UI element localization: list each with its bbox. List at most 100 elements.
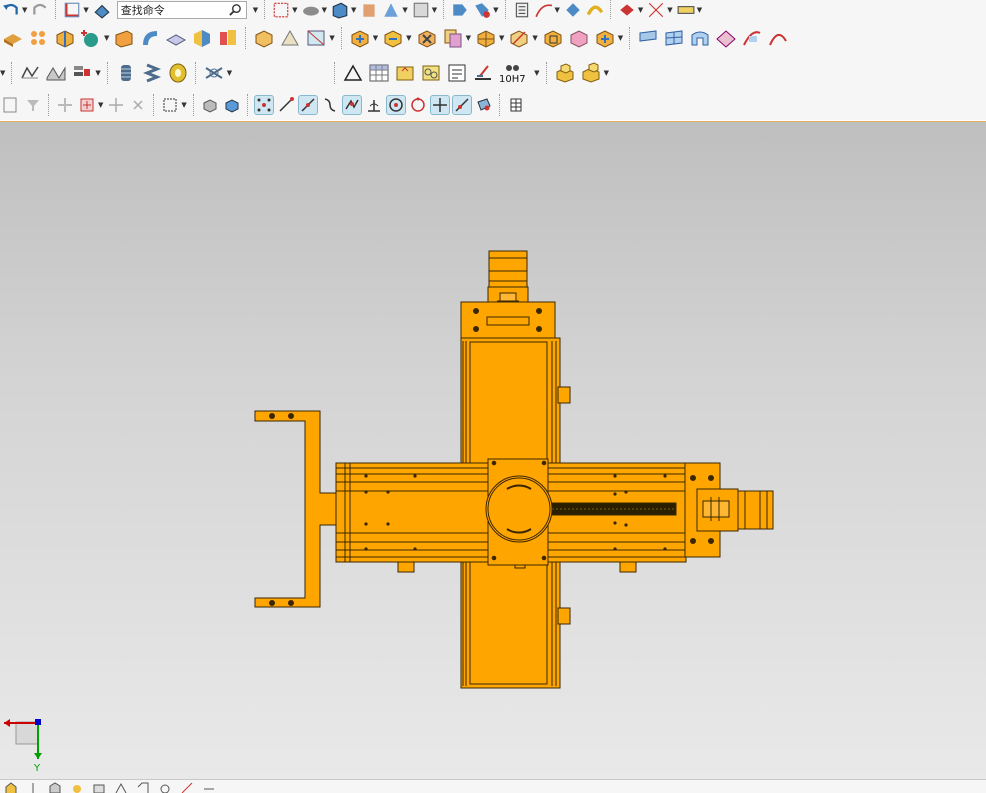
box-icon[interactable]: [331, 1, 349, 19]
bend-icon[interactable]: [663, 27, 685, 49]
feature-frame-icon[interactable]: [420, 62, 442, 84]
boolean-intersect-icon[interactable]: [416, 27, 438, 49]
render-icon[interactable]: [92, 781, 106, 793]
copy-face-icon[interactable]: [442, 27, 464, 49]
washer-icon[interactable]: [167, 62, 189, 84]
chevron-down-icon[interactable]: ▼: [667, 6, 672, 14]
chevron-down-icon[interactable]: ▼: [432, 6, 437, 14]
layer-icon[interactable]: [114, 781, 128, 793]
solid-icon[interactable]: [201, 96, 219, 114]
chevron-down-icon[interactable]: ▼: [493, 6, 498, 14]
snap-curve-icon[interactable]: [321, 96, 339, 114]
add-feature-icon[interactable]: [80, 27, 102, 49]
cylinder-icon[interactable]: [360, 1, 378, 19]
boolean-add-icon[interactable]: [349, 27, 371, 49]
chevron-down-icon[interactable]: ▼: [322, 6, 327, 14]
filter-icon[interactable]: [24, 96, 42, 114]
corner-icon[interactable]: [741, 27, 763, 49]
snap-icon[interactable]: [56, 96, 74, 114]
cad-model-view[interactable]: Y: [0, 122, 986, 780]
undo-icon[interactable]: [2, 1, 20, 19]
snap-perpendicular-icon[interactable]: [365, 96, 383, 114]
edit-icon[interactable]: [71, 62, 93, 84]
search-icon[interactable]: [226, 3, 242, 16]
colored-box-icon[interactable]: [191, 27, 213, 49]
split-part-icon[interactable]: [54, 27, 76, 49]
chevron-down-icon[interactable]: ▼: [104, 34, 109, 42]
snap-tangent-icon[interactable]: [451, 95, 472, 115]
horizontal-axis-assembly[interactable]: [335, 458, 774, 573]
snap-on-face-icon[interactable]: [475, 96, 493, 114]
chevron-down-icon[interactable]: ▼: [373, 34, 378, 42]
tag-icon[interactable]: [136, 781, 150, 793]
chevron-down-icon[interactable]: ▼: [253, 6, 258, 14]
chevron-down-icon[interactable]: ▼: [618, 34, 623, 42]
chevron-down-icon[interactable]: ▼: [83, 6, 88, 14]
select-icon[interactable]: [2, 96, 20, 114]
home-icon[interactable]: [4, 781, 18, 793]
rotate-view-icon[interactable]: [564, 1, 582, 19]
coordinate-system-icon[interactable]: [63, 1, 81, 19]
extrude-icon[interactable]: [451, 1, 469, 19]
surface-finish-icon[interactable]: [472, 62, 494, 84]
cone-icon[interactable]: [382, 1, 400, 19]
measure-icon[interactable]: [158, 781, 172, 793]
pattern-icon[interactable]: [2, 27, 24, 49]
gripper-plate[interactable]: [254, 410, 339, 608]
right-motor[interactable]: [737, 490, 774, 530]
table-icon[interactable]: [368, 62, 390, 84]
datum-icon[interactable]: [394, 62, 416, 84]
chevron-down-icon[interactable]: ▼: [604, 69, 609, 77]
dimension-icon[interactable]: [202, 781, 216, 793]
chevron-down-icon[interactable]: ▼: [697, 6, 702, 14]
chevron-down-icon[interactable]: ▼: [98, 101, 103, 109]
triangle-icon[interactable]: [342, 62, 364, 84]
chevron-down-icon[interactable]: ▼: [466, 34, 471, 42]
snap-quadrant-icon[interactable]: [409, 96, 427, 114]
measure-axes-icon[interactable]: [647, 1, 665, 19]
wrap-icon[interactable]: [767, 27, 789, 49]
fit-tolerance-icon[interactable]: 10H7: [498, 62, 532, 84]
cylinder-view-icon[interactable]: [618, 1, 636, 19]
redo-icon[interactable]: [31, 1, 49, 19]
zoom-fit-icon[interactable]: [272, 1, 290, 19]
graphics-viewport[interactable]: Y: [0, 121, 986, 780]
chevron-down-icon[interactable]: ▼: [227, 69, 232, 77]
chevron-down-icon[interactable]: ▼: [499, 34, 504, 42]
chevron-down-icon[interactable]: ▼: [534, 69, 539, 77]
mirror-body-icon[interactable]: [568, 27, 590, 49]
part-list-icon[interactable]: [554, 62, 576, 84]
surface-icon[interactable]: [302, 1, 320, 19]
shaded-icon[interactable]: [223, 96, 241, 114]
snap-intersection-icon[interactable]: [341, 95, 362, 115]
spring-icon[interactable]: [141, 62, 163, 84]
chevron-down-icon[interactable]: ▼: [95, 69, 100, 77]
transform-icon[interactable]: [508, 27, 530, 49]
view-icon[interactable]: [26, 781, 40, 793]
rotate-axis-icon[interactable]: [129, 96, 147, 114]
move-face-icon[interactable]: [594, 27, 616, 49]
chevron-down-icon[interactable]: ▼: [351, 6, 356, 14]
chevron-down-icon[interactable]: ▼: [402, 6, 407, 14]
table-grid-icon[interactable]: [507, 96, 525, 114]
command-search-input[interactable]: 查找命令: [116, 0, 247, 19]
unfold-icon[interactable]: [305, 27, 327, 49]
curve-icon[interactable]: [534, 1, 553, 19]
list-icon[interactable]: [513, 1, 531, 19]
chevron-down-icon[interactable]: ▼: [22, 6, 27, 14]
array-icon[interactable]: [28, 27, 50, 49]
replace-face-icon[interactable]: [542, 27, 564, 49]
section-box-icon[interactable]: [113, 27, 135, 49]
sheet-metal-icon[interactable]: [637, 27, 659, 49]
boolean-subtract-icon[interactable]: [382, 27, 404, 49]
chevron-down-icon[interactable]: ▼: [329, 34, 334, 42]
snap-midpoint-icon[interactable]: [297, 95, 318, 115]
blend-icon[interactable]: [412, 1, 430, 19]
cube-icon[interactable]: [48, 781, 62, 793]
draft-icon[interactable]: [19, 62, 41, 84]
wire-icon[interactable]: [203, 62, 225, 84]
chevron-down-icon[interactable]: ▼: [555, 6, 560, 14]
thread-icon[interactable]: [115, 62, 137, 84]
chevron-down-icon[interactable]: ▼: [532, 34, 537, 42]
axis-icon[interactable]: [180, 781, 194, 793]
